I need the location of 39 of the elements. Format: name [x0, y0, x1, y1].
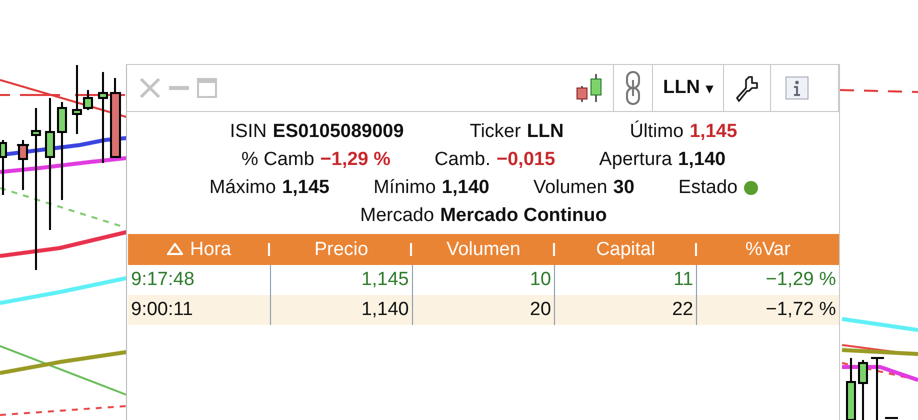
- table-cell: −1,72 %: [696, 295, 839, 325]
- candlestick-icon: [575, 72, 603, 104]
- field-label: Estado: [678, 177, 738, 199]
- field-label: ISIN: [230, 121, 267, 143]
- field-value: 30: [613, 177, 634, 199]
- info-icon: [784, 76, 809, 100]
- field-label: Apertura: [599, 149, 672, 171]
- wrench-icon: [734, 74, 760, 102]
- ticker-dropdown[interactable]: LLN ▾: [652, 65, 723, 111]
- field-value: LLN: [526, 121, 564, 143]
- candlestick: [17, 140, 29, 190]
- chain-link-icon: [624, 70, 642, 106]
- field-value: Mercado Continuo: [440, 205, 607, 227]
- candlestick: [846, 358, 856, 420]
- field-value: −1,29 %: [320, 149, 391, 171]
- minimize-icon[interactable]: [169, 85, 189, 91]
- field-value: 1,145: [690, 121, 738, 143]
- field-label: Máximo: [209, 177, 276, 199]
- field-label: Mercado: [360, 205, 434, 227]
- table-cell: 20: [412, 295, 555, 325]
- candlestick: [871, 357, 898, 420]
- table-cell: 22: [554, 295, 697, 325]
- field-label: Volumen: [533, 177, 608, 199]
- maximize-icon[interactable]: [197, 78, 217, 98]
- field-value: 1,140: [442, 177, 490, 199]
- table-cell: 1,140: [270, 295, 412, 325]
- candlestick: [858, 360, 868, 420]
- field-value: ES0105089009: [272, 121, 404, 143]
- table-cell: 9:17:48: [128, 265, 270, 295]
- field-label: Mínimo: [373, 177, 436, 199]
- field-value: 1,140: [678, 149, 726, 171]
- field-label: Camb.: [434, 149, 490, 171]
- candlestick: [0, 140, 7, 195]
- field-value: 1,145: [282, 177, 330, 199]
- field-label: Ticker: [470, 121, 521, 143]
- field-value: −0,015: [496, 149, 556, 171]
- field-label: Último: [630, 121, 684, 143]
- table-cell: 9:00:11: [128, 295, 270, 325]
- field-label: % Camb: [241, 149, 314, 171]
